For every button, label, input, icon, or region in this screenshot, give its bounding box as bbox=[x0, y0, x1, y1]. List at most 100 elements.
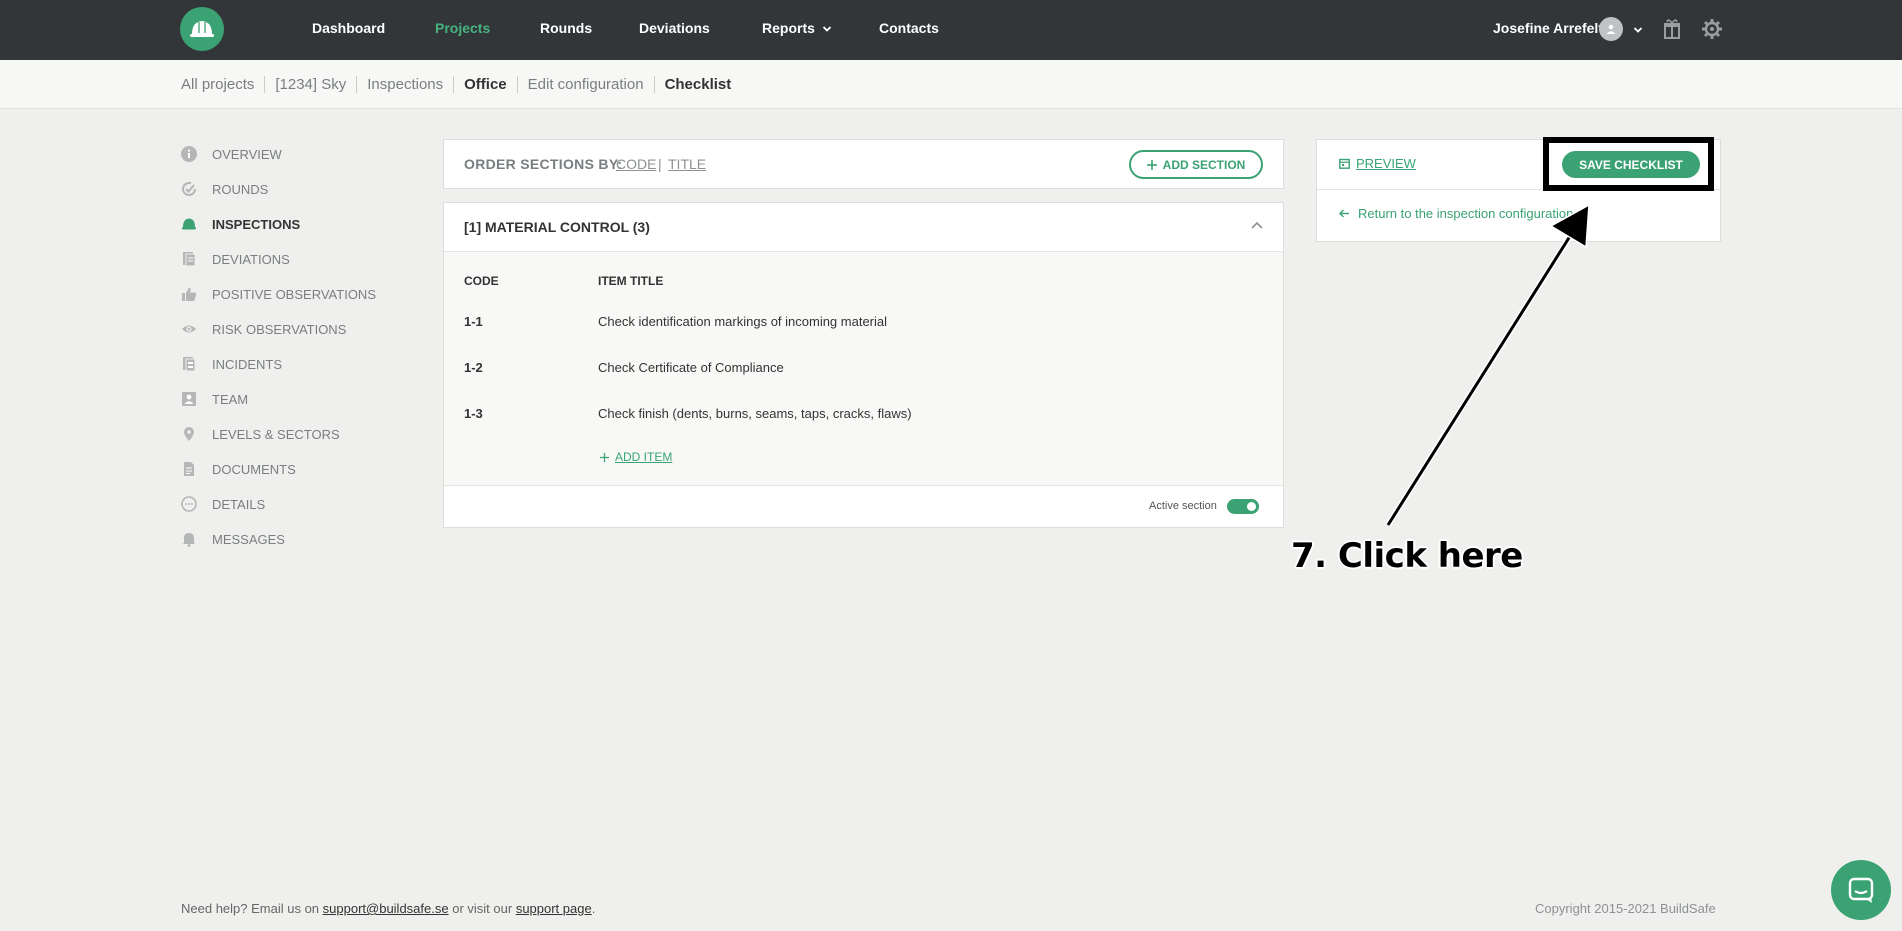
sidebar-item-team[interactable]: TEAM bbox=[181, 389, 401, 409]
order-by-title-link[interactable]: TITLE bbox=[668, 156, 706, 172]
breadcrumb: All projects [1234] Sky Inspections Offi… bbox=[181, 76, 741, 93]
nav-contacts[interactable]: Contacts bbox=[879, 20, 939, 36]
breadcrumb-edit-configuration[interactable]: Edit configuration bbox=[516, 76, 654, 93]
gear-icon[interactable] bbox=[1701, 18, 1723, 40]
sidebar-item-incidents[interactable]: INCIDENTS bbox=[181, 354, 401, 374]
team-card-icon bbox=[181, 391, 197, 407]
footer-help: Need help? Email us on support@buildsafe… bbox=[181, 901, 595, 916]
rounds-check-icon bbox=[181, 181, 197, 197]
active-section-toggle[interactable] bbox=[1227, 499, 1259, 514]
footer-help-end: . bbox=[591, 901, 596, 916]
sidebar-item-label: POSITIVE OBSERVATIONS bbox=[212, 286, 376, 302]
preview-link[interactable]: PREVIEW bbox=[1339, 156, 1416, 171]
sidebar-item-label: INSPECTIONS bbox=[212, 216, 301, 232]
add-item-button[interactable]: ADD ITEM bbox=[600, 450, 672, 464]
chevron-up-icon[interactable] bbox=[1251, 221, 1263, 229]
clipboard-icon bbox=[181, 356, 197, 372]
chat-icon bbox=[1848, 877, 1874, 903]
chat-support-button[interactable] bbox=[1831, 860, 1891, 920]
sidebar-item-label: ROUNDS bbox=[212, 181, 269, 197]
document-icon bbox=[181, 251, 197, 267]
add-section-label: ADD SECTION bbox=[1162, 157, 1246, 172]
sidebar-item-label: INCIDENTS bbox=[212, 356, 283, 372]
add-item-label: ADD ITEM bbox=[615, 450, 673, 464]
save-checklist-button[interactable]: SAVE CHECKLIST bbox=[1562, 151, 1700, 178]
sidebar-item-label: DETAILS bbox=[212, 496, 266, 512]
breadcrumb-bar: All projects [1234] Sky Inspections Offi… bbox=[0, 60, 1902, 109]
nav-projects[interactable]: Projects bbox=[435, 20, 490, 36]
plus-icon bbox=[600, 452, 609, 462]
section-header[interactable]: [1] MATERIAL CONTROL (3) bbox=[444, 203, 1283, 252]
sidebar-item-inspections[interactable]: INSPECTIONS bbox=[181, 214, 401, 234]
more-circle-icon bbox=[181, 496, 197, 512]
bell-icon bbox=[181, 531, 197, 547]
preview-label: PREVIEW bbox=[1356, 156, 1416, 171]
return-label: Return to the inspection configuration bbox=[1358, 206, 1574, 221]
order-sections-label: ORDER SECTIONS BY: bbox=[464, 156, 623, 172]
breadcrumb-inspections[interactable]: Inspections bbox=[356, 76, 453, 93]
sidebar-item-details[interactable]: DETAILS bbox=[181, 494, 401, 514]
sidebar-item-levels-sectors[interactable]: LEVELS & SECTORS bbox=[181, 424, 401, 444]
section-items: CODE ITEM TITLE 1-1 Check identification… bbox=[444, 252, 1283, 485]
sidebar-item-label: DEVIATIONS bbox=[212, 251, 290, 267]
avatar[interactable] bbox=[1599, 17, 1623, 41]
top-navigation-bar: Dashboard Projects Rounds Deviations Rep… bbox=[0, 0, 1902, 60]
order-separator: | bbox=[658, 156, 662, 172]
sidebar-item-documents[interactable]: DOCUMENTS bbox=[181, 459, 401, 479]
eye-icon bbox=[181, 321, 197, 337]
chevron-down-icon bbox=[822, 26, 831, 32]
annotation-step-label: 7. Click here bbox=[1291, 536, 1523, 576]
thumbs-up-icon bbox=[181, 286, 197, 302]
info-icon bbox=[181, 146, 197, 162]
support-email-link[interactable]: support@buildsafe.se bbox=[323, 901, 449, 916]
sidebar-item-deviations[interactable]: DEVIATIONS bbox=[181, 249, 401, 269]
add-section-button[interactable]: ADD SECTION bbox=[1129, 150, 1263, 179]
column-header-item-title: ITEM TITLE bbox=[598, 274, 664, 288]
checklist-section-card: [1] MATERIAL CONTROL (3) CODE ITEM TITLE… bbox=[443, 202, 1284, 528]
helmet-icon bbox=[181, 216, 197, 232]
sidebar-item-label: LEVELS & SECTORS bbox=[212, 426, 340, 442]
footer-help-mid: or visit our bbox=[452, 901, 513, 916]
nav-reports[interactable]: Reports bbox=[762, 20, 832, 36]
footer-help-prefix: Need help? Email us on bbox=[181, 901, 320, 916]
sidebar-item-messages[interactable]: MESSAGES bbox=[181, 529, 401, 549]
nav-dashboard[interactable]: Dashboard bbox=[312, 20, 385, 36]
arrow-left-icon bbox=[1339, 209, 1349, 218]
sidebar-item-label: OVERVIEW bbox=[212, 146, 282, 162]
return-to-configuration-link[interactable]: Return to the inspection configuration bbox=[1339, 206, 1573, 221]
item-code: 1-3 bbox=[464, 406, 483, 421]
item-title: Check finish (dents, burns, seams, taps,… bbox=[598, 406, 912, 421]
gift-icon[interactable] bbox=[1663, 18, 1681, 40]
section-footer: Active section bbox=[444, 485, 1283, 527]
active-section-label: Active section bbox=[1149, 500, 1217, 512]
sidebar-item-positive-observations[interactable]: POSITIVE OBSERVATIONS bbox=[181, 284, 401, 304]
breadcrumb-project[interactable]: [1234] Sky bbox=[264, 76, 356, 93]
breadcrumb-all-projects[interactable]: All projects bbox=[181, 76, 264, 93]
item-code: 1-2 bbox=[464, 360, 483, 375]
file-icon bbox=[181, 461, 197, 477]
location-pin-icon bbox=[181, 426, 197, 442]
item-title: Check identification markings of incomin… bbox=[598, 314, 888, 329]
support-page-link[interactable]: support page bbox=[516, 901, 592, 916]
sidebar-item-label: DOCUMENTS bbox=[212, 461, 296, 477]
sidebar-item-risk-observations[interactable]: RISK OBSERVATIONS bbox=[181, 319, 401, 339]
calendar-preview-icon bbox=[1339, 158, 1350, 169]
sidebar-item-rounds[interactable]: ROUNDS bbox=[181, 179, 401, 199]
order-by-code-link[interactable]: CODE bbox=[616, 156, 656, 172]
plus-icon bbox=[1146, 159, 1157, 170]
user-name[interactable]: Josefine Arrefelt bbox=[1493, 20, 1603, 36]
section-title: [1] MATERIAL CONTROL (3) bbox=[464, 219, 650, 235]
nav-rounds[interactable]: Rounds bbox=[540, 20, 592, 36]
column-header-code: CODE bbox=[464, 274, 499, 288]
user-menu-chevron-down-icon[interactable] bbox=[1633, 26, 1643, 34]
item-code: 1-1 bbox=[464, 314, 483, 329]
buildsafe-logo-helmet-icon[interactable] bbox=[180, 7, 224, 51]
sidebar-item-label: TEAM bbox=[212, 391, 249, 407]
sidebar-item-overview[interactable]: OVERVIEW bbox=[181, 144, 401, 164]
nav-deviations[interactable]: Deviations bbox=[639, 20, 710, 36]
nav-reports-label: Reports bbox=[762, 20, 815, 36]
footer-copyright: Copyright 2015-2021 BuildSafe bbox=[1535, 901, 1716, 916]
sidebar-item-label: MESSAGES bbox=[212, 531, 285, 547]
breadcrumb-office[interactable]: Office bbox=[453, 76, 517, 93]
breadcrumb-checklist: Checklist bbox=[653, 76, 742, 93]
